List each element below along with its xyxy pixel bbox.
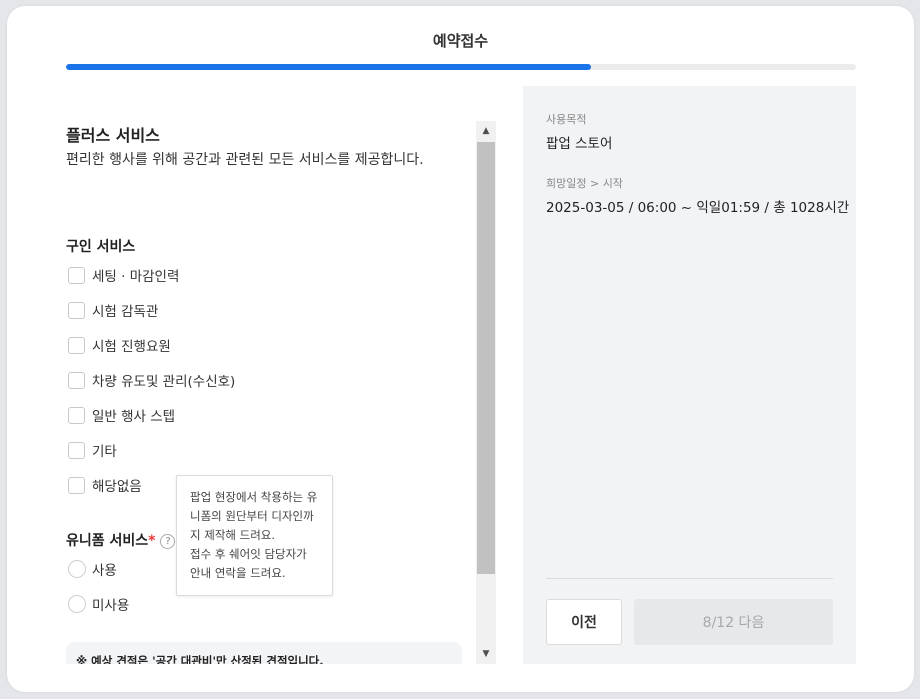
schedule-label: 희망일정 > 시작 (546, 177, 623, 190)
hiring-service-heading: 구인 서비스 (66, 239, 136, 255)
progress-fill (66, 64, 592, 70)
hiring-option-none[interactable]: 해당없음 (68, 475, 142, 495)
uniform-option-use[interactable]: 사용 (68, 559, 117, 579)
option-label: 시험 진행요원 (92, 339, 171, 355)
schedule-value: 2025-03-05 / 06:00 ~ 익일01:59 / 총 1028시간 (546, 200, 850, 216)
option-label: 사용 (92, 563, 117, 579)
radio-button[interactable] (68, 595, 86, 613)
option-label: 미사용 (92, 598, 130, 614)
next-button[interactable]: 8/12 다음 (634, 599, 833, 645)
option-label: 시험 감독관 (92, 304, 159, 320)
hiring-option-setting[interactable]: 세팅 · 마감인력 (68, 265, 179, 285)
page-title: 예약접수 (432, 32, 489, 50)
checkbox[interactable] (68, 336, 85, 354)
help-icon[interactable]: ? (160, 533, 176, 549)
checkbox[interactable] (68, 406, 85, 424)
tooltip-line: 니폼의 원단부터 디자인까 (190, 509, 314, 523)
checkbox[interactable] (68, 371, 85, 389)
left-pane-scrollbar[interactable]: ▲ ▼ (476, 121, 496, 664)
prev-button[interactable]: 이전 (546, 599, 622, 645)
reservation-summary-panel: 사용목적 팝업 스토어 희망일정 > 시작 2025-03-05 / 06:00… (523, 86, 856, 664)
plus-service-heading: 플러스 서비스 (66, 126, 160, 145)
uniform-option-no-use[interactable]: 미사용 (68, 594, 129, 614)
hiring-option-other[interactable]: 기타 (68, 440, 117, 460)
option-label: 일반 행사 스텝 (92, 409, 176, 425)
estimate-note-text: ※ 예상 견적은 '공간 대관비'만 산정된 견적입니다. (76, 654, 324, 664)
tooltip-line: 팝업 현장에서 착용하는 유 (190, 490, 318, 504)
option-label: 해당없음 (92, 479, 142, 495)
option-label: 세팅 · 마감인력 (92, 269, 180, 285)
required-mark: * (148, 533, 156, 549)
scrollbar-thumb[interactable] (477, 142, 495, 574)
purpose-value: 팝업 스토어 (546, 136, 613, 152)
purpose-label: 사용목적 (546, 113, 587, 126)
uniform-heading-text: 유니폼 서비스 (66, 533, 149, 549)
radio-button[interactable] (68, 560, 86, 578)
checkbox[interactable] (68, 301, 85, 319)
tooltip-line: 접수 후 쉐어잇 담당자가 (190, 547, 307, 561)
hiring-option-exam-staff[interactable]: 시험 진행요원 (68, 335, 171, 355)
progress-bar (66, 64, 856, 70)
plus-service-description: 편리한 행사를 위해 공간과 관련된 모든 서비스를 제공합니다. (66, 152, 424, 168)
uniform-service-heading: 유니폼 서비스*? (66, 530, 176, 550)
scroll-down-arrow-icon[interactable]: ▼ (476, 644, 496, 664)
tooltip-line: 지 제작해 드려요. (190, 528, 276, 542)
checkbox[interactable] (68, 266, 85, 284)
summary-divider (546, 578, 833, 579)
checkbox[interactable] (68, 441, 85, 459)
plus-service-panel: 플러스 서비스 편리한 행사를 위해 공간과 관련된 모든 서비스를 제공합니다… (66, 122, 474, 664)
option-label: 차량 유도및 관리(수신호) (92, 374, 236, 390)
tooltip-line: 안내 연락을 드려요. (190, 566, 286, 580)
reservation-card: 예약접수 플러스 서비스 편리한 행사를 위해 공간과 관련된 모든 서비스를 … (7, 6, 914, 692)
uniform-help-tooltip: 팝업 현장에서 착용하는 유 니폼의 원단부터 디자인까 지 제작해 드려요. … (176, 475, 333, 596)
hiring-option-event-staff[interactable]: 일반 행사 스텝 (68, 405, 175, 425)
option-label: 기타 (92, 444, 117, 460)
hiring-option-exam-supervisor[interactable]: 시험 감독관 (68, 300, 158, 320)
hiring-option-traffic[interactable]: 차량 유도및 관리(수신호) (68, 370, 235, 390)
scroll-up-arrow-icon[interactable]: ▲ (476, 121, 496, 141)
estimate-note: ※ 예상 견적은 '공간 대관비'만 산정된 견적입니다. (66, 642, 462, 664)
checkbox[interactable] (68, 476, 85, 494)
